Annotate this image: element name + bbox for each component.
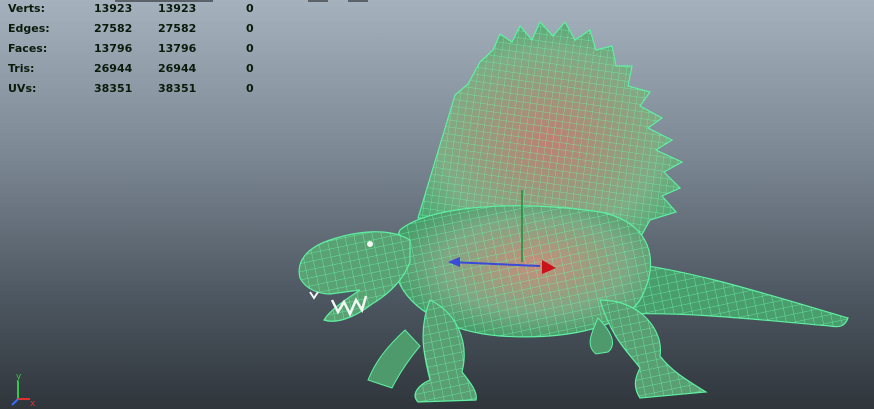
dinosaur-tail (619, 261, 849, 328)
hud-value: 38351 (158, 82, 197, 95)
hud-value: 13923 (94, 2, 133, 15)
hud-value: 13796 (94, 42, 133, 55)
hud-value: 13796 (158, 42, 197, 55)
hud-value: 0 (246, 22, 254, 35)
axis-gizmo-icon: y x (11, 372, 36, 409)
hud-label: UVs: (8, 82, 37, 95)
hud-value: 0 (246, 42, 254, 55)
hud-value: 13923 (158, 2, 197, 15)
hud-value: 27582 (158, 22, 197, 35)
hud-label: Edges: (8, 22, 50, 35)
axis-x-label: x (30, 399, 36, 409)
hud-label: Tris: (8, 62, 35, 75)
hud-value: 26944 (158, 62, 197, 75)
hud-value: 0 (246, 2, 254, 15)
hud-value: 27582 (94, 22, 133, 35)
hud-value: 26944 (94, 62, 133, 75)
hud-value: 0 (246, 62, 254, 75)
hud-label: Faces: (8, 42, 48, 55)
dinosaur-head (298, 231, 411, 322)
dinosaur-sail (417, 20, 684, 239)
3d-viewport[interactable]: Verts: 13923 13923 0 Edges: 27582 27582 … (0, 0, 874, 409)
axis-y-label: y (16, 372, 22, 382)
hud-value: 38351 (94, 82, 133, 95)
hud-label: Verts: (8, 2, 46, 15)
hud-value: 0 (246, 82, 254, 95)
